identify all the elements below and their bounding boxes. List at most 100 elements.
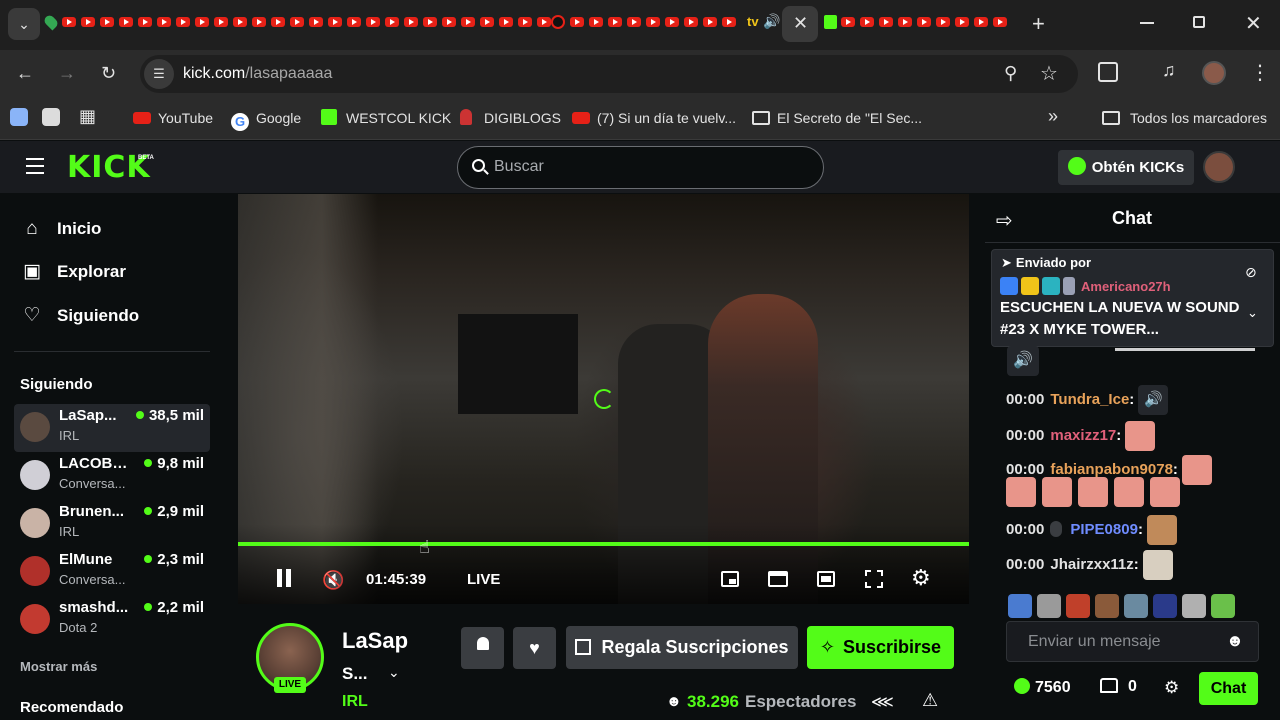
bookmark-youtube[interactable]: YouTube — [133, 108, 213, 128]
hamburger-menu-icon[interactable] — [26, 158, 44, 174]
youtube-tab-icon[interactable] — [271, 17, 285, 27]
extensions-icon[interactable] — [1098, 62, 1118, 82]
chat-username[interactable]: fabianpabon9078 — [1050, 461, 1173, 478]
youtube-tab-icon[interactable] — [347, 17, 361, 27]
reload-icon[interactable]: ↻ — [101, 63, 116, 83]
youtube-tab-icon[interactable] — [442, 17, 456, 27]
subscribe-button[interactable]: ✧ Suscribirse — [807, 626, 954, 669]
forward-arrow-icon[interactable]: → — [58, 63, 76, 83]
youtube-tab-icon[interactable] — [138, 17, 152, 27]
youtube-tab-icon[interactable] — [627, 17, 641, 27]
video-player[interactable] — [238, 194, 969, 604]
chat-username[interactable]: Tundra_Ice — [1050, 391, 1129, 408]
bookmark-star-icon[interactable]: ☆ — [1040, 61, 1058, 86]
back-arrow-icon[interactable]: ← — [16, 63, 34, 83]
new-tab-button[interactable]: + — [1032, 11, 1045, 37]
mute-icon[interactable]: 🔇 — [322, 566, 344, 594]
following-channel[interactable]: LaSap... IRL 38,5 mil — [14, 404, 210, 452]
chat-username[interactable]: Jhairzxx11z — [1050, 556, 1133, 573]
chat-username[interactable]: PIPE0809 — [1070, 521, 1138, 538]
chat-message[interactable]: 00:00 Tundra_Ice: 🔊 — [1006, 385, 1169, 415]
youtube-tab-icon[interactable] — [214, 17, 228, 27]
following-channel[interactable]: ElMune Conversa... 2,3 mil — [14, 548, 210, 596]
record-tab-icon[interactable] — [551, 15, 565, 29]
stream-category[interactable]: IRL — [342, 693, 368, 711]
zombie-emote-icon[interactable] — [1211, 594, 1235, 618]
clip-icon[interactable] — [768, 571, 788, 587]
tv-tab-label[interactable]: tv — [747, 14, 759, 29]
apps-grid-icon[interactable]: ▦ — [79, 106, 96, 127]
youtube-tab-icon[interactable] — [252, 17, 266, 27]
youtube-tab-icon[interactable] — [722, 17, 736, 27]
bookmark-youtube-video[interactable]: (7) Si un día te vuelv... — [572, 108, 736, 128]
youtube-tab-icon[interactable] — [100, 17, 114, 27]
url-text[interactable]: kick.com/lasapaaaaa — [183, 64, 332, 84]
channel-name[interactable]: LaSap — [342, 628, 408, 654]
pip-icon[interactable] — [721, 571, 739, 587]
hat-emote-icon[interactable] — [1153, 594, 1177, 618]
drops-counter[interactable]: 0 — [1100, 678, 1137, 696]
youtube-tab-icon[interactable] — [480, 17, 494, 27]
kick-tab-icon[interactable] — [824, 15, 837, 29]
youtube-tab-icon[interactable] — [518, 17, 532, 27]
youtube-tab-icon[interactable] — [608, 17, 622, 27]
cat-emote-icon[interactable] — [1182, 594, 1206, 618]
nav-explorar[interactable]: ▣ Explorar — [20, 260, 126, 284]
youtube-tab-icon[interactable] — [423, 17, 437, 27]
youtube-tab-icon[interactable] — [309, 17, 323, 27]
youtube-tab-icon[interactable] — [879, 17, 893, 27]
collapse-chat-icon[interactable]: ⇨ — [996, 208, 1013, 233]
youtube-tab-icon[interactable] — [955, 17, 969, 27]
user-avatar[interactable] — [1203, 151, 1235, 183]
hide-pinned-icon[interactable]: ⊘ — [1245, 264, 1257, 281]
following-channel[interactable]: LACOBR... Conversa... 9,8 mil — [14, 452, 210, 500]
youtube-tab-icon[interactable] — [119, 17, 133, 27]
bookmark-digiblogs[interactable]: DIGIBLOGS — [460, 108, 561, 128]
youtube-tab-icon[interactable] — [385, 17, 399, 27]
chat-username[interactable]: maxizz17 — [1050, 427, 1116, 444]
close-window-button[interactable]: ✕ — [1245, 11, 1262, 36]
youtube-tab-icon[interactable] — [974, 17, 988, 27]
restore-button[interactable] — [1193, 16, 1205, 28]
bookmark-google[interactable]: G Google — [231, 108, 301, 131]
all-bookmarks-folder[interactable]: Todos los marcadores — [1102, 108, 1267, 128]
youtube-tab-icon[interactable] — [646, 17, 660, 27]
chat-message[interactable]: 00:00 PIPE0809: — [1006, 515, 1178, 545]
pause-icon[interactable] — [277, 566, 291, 594]
site-settings-icon[interactable]: ☰ — [144, 59, 174, 89]
youtube-tab-icon[interactable] — [62, 17, 76, 27]
show-more-link[interactable]: Mostrar más — [20, 659, 97, 674]
bird-emote-icon[interactable] — [1124, 594, 1148, 618]
youtube-tab-icon[interactable] — [176, 17, 190, 27]
cat-emote-icon[interactable] — [1037, 594, 1061, 618]
youtube-tab-icon[interactable] — [195, 17, 209, 27]
nav-inicio[interactable]: ⌂ Inicio — [20, 217, 101, 241]
send-chat-button[interactable]: Chat — [1199, 672, 1258, 705]
following-channel[interactable]: Brunen... IRL 2,9 mil — [14, 500, 210, 548]
youtube-tab-icon[interactable] — [499, 17, 513, 27]
youtube-tab-icon[interactable] — [461, 17, 475, 27]
face-emote-icon[interactable] — [1095, 594, 1119, 618]
youtube-tab-icon[interactable] — [537, 17, 551, 27]
youtube-tab-icon[interactable] — [404, 17, 418, 27]
youtube-tab-icon[interactable] — [898, 17, 912, 27]
youtube-tab-icon[interactable] — [993, 17, 1007, 27]
chevron-down-icon[interactable]: ⌄ — [388, 664, 400, 681]
following-channel[interactable]: smashd... Dota 2 2,2 mil — [14, 596, 210, 644]
youtube-tab-icon[interactable] — [917, 17, 931, 27]
pinned-message[interactable]: ➤ Enviado por Americano27h ESCUCHEN LA NU… — [991, 249, 1274, 347]
share-icon[interactable]: ⋘ — [871, 692, 894, 712]
youtube-tab-icon[interactable] — [328, 17, 342, 27]
notification-bell-button[interactable] — [461, 627, 504, 669]
emoji-picker-icon[interactable]: ☻ — [1226, 631, 1244, 651]
nav-siguiendo[interactable]: ♡ Siguiendo — [20, 304, 139, 328]
media-controls-icon[interactable]: ♫ — [1162, 60, 1176, 81]
live-indicator[interactable]: LIVE — [467, 566, 500, 594]
youtube-tab-icon[interactable] — [290, 17, 304, 27]
youtube-tab-icon[interactable] — [589, 17, 603, 27]
report-warning-icon[interactable]: ⚠ — [922, 690, 938, 711]
kicks-balance[interactable]: 7560 — [1014, 678, 1071, 697]
follow-button[interactable]: ♥ — [513, 627, 556, 669]
bookmark-westcol-kick[interactable]: WESTCOL KICK — [321, 108, 451, 128]
chat-settings-gear-icon[interactable]: ⚙ — [1164, 678, 1179, 698]
